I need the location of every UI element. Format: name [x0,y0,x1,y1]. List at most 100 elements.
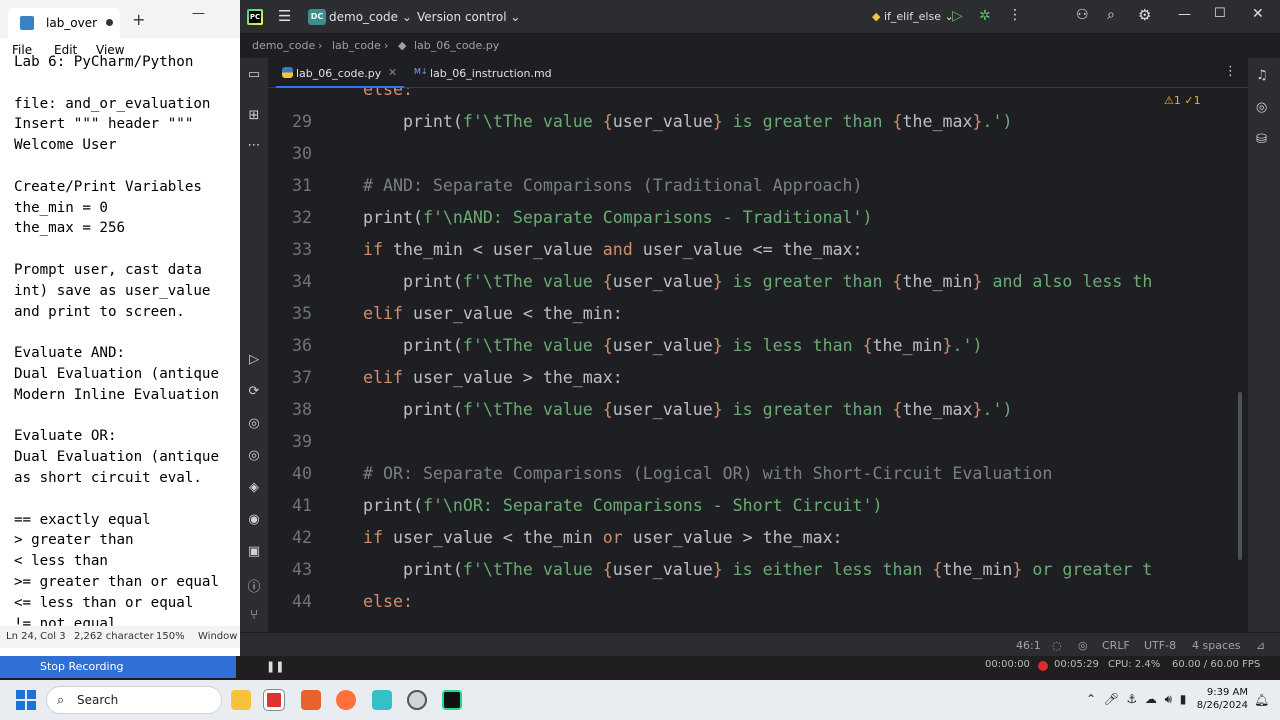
cpu-usage: CPU: 2.4% [1108,659,1161,670]
editor-scrollbar[interactable] [1238,392,1242,560]
run-config-selector[interactable]: ◆ if_elif_else ⌄ [872,10,954,23]
code-token: print( [363,496,423,515]
maximize-icon[interactable]: ☐ [1214,6,1226,21]
copilot-icon[interactable]: ◎ [246,416,262,432]
code-token: .') [982,112,1013,131]
line-number: 39 [292,432,312,451]
obs-icon[interactable] [407,690,427,710]
tab-options-icon[interactable]: ⋮ [1224,64,1237,79]
structure-icon[interactable]: ⊞ [246,108,262,124]
terminal-icon[interactable]: ▣ [246,544,262,560]
notepad-app-icon[interactable] [372,690,392,710]
more-actions-icon[interactable]: ⋮ [1008,7,1022,23]
code-token: { [892,272,903,291]
system-tray[interactable]: ⌃ 🎤︎ ⚓︎ ☁︎ 🔊︎ ▮ [1086,692,1186,707]
services-icon[interactable]: ◉ [246,512,262,528]
ai-assistant-icon[interactable]: ◎ [1256,100,1272,115]
debug-bug-icon[interactable]: ✲ [979,8,991,24]
tab-lab-06-code[interactable]: lab_06_code.py ✕ [276,58,404,88]
code-token: and also less th [982,272,1153,291]
breadcrumb-item[interactable]: demo_code [252,39,315,52]
snipping-tool-icon[interactable] [263,689,285,711]
notepad-line [14,73,240,94]
notepad-line [14,322,240,343]
line-ending[interactable]: CRLF [1102,639,1130,652]
notification-bell-icon[interactable]: 🔔︎ [1254,693,1269,707]
run-icon[interactable]: ▷ [952,8,963,24]
more-tools-icon[interactable]: ⋯ [246,138,262,154]
code-token: f'\tThe value [462,560,603,579]
notepad-line: Welcome User [14,137,117,154]
code-token: user_value [612,336,713,355]
user-icon[interactable]: ⚇ [1076,7,1089,23]
close-icon[interactable]: ✕ [1252,6,1264,22]
search-icon[interactable]: ⌕ [1107,7,1115,23]
line-number: 41 [292,496,312,515]
line-number: 31 [292,176,312,195]
project-selector[interactable]: demo_code ⌄ [329,10,412,24]
run-tool-icon[interactable]: ▷ [246,352,262,368]
code-token: the_min [942,560,1013,579]
pause-icon[interactable]: ❚❚ [266,660,284,673]
breadcrumb-item[interactable]: lab_06_code.py [414,39,499,52]
notepad-line: Create/Print Variables [14,178,202,195]
code-token: is greater than [722,400,893,419]
code-editor[interactable]: else: 29 print(f'\tThe value {user_value}… [268,88,1248,632]
windows-start-icon[interactable] [16,690,36,710]
inspection-widget[interactable]: ⚠1 ✓1 [1164,94,1201,107]
notifications-icon[interactable]: ♫ [1256,68,1272,83]
notepad-line: Dual Evaluation (antique [14,365,219,382]
cursor-position[interactable]: 46:1 [1016,639,1041,652]
pycharm-taskbar-icon[interactable] [442,690,462,710]
app-icon[interactable] [301,690,321,710]
python-console-icon[interactable]: ⟳ [246,384,262,400]
project-folder-icon[interactable]: ▭ [246,67,262,83]
notepad-tab[interactable]: lab_over [8,8,120,38]
notepad-line [14,489,240,510]
code-token: f'\nOR: Separate Comparisons - Short Cir… [422,496,883,515]
lock-icon[interactable]: ⊿ [1256,639,1265,652]
copilot-status-icon[interactable]: ◎ [1078,639,1088,652]
problems-icon[interactable]: ⓘ [246,576,262,595]
notepad-tab-title: lab_over [46,16,98,30]
tab-lab-06-instruction[interactable]: M↓ lab_06_instruction.md [412,58,562,88]
gear-icon[interactable]: ⚙ [1138,6,1151,24]
record-dot-icon [1038,661,1048,671]
minimize-icon[interactable]: — [1178,7,1191,22]
code-token: { [602,560,613,579]
notepad-minimize-icon[interactable]: — [192,6,205,21]
firefox-icon[interactable] [336,690,356,710]
code-token: or greater t [1022,560,1153,579]
close-tab-icon[interactable]: ✕ [388,66,397,79]
version-control-menu[interactable]: Version control ⌄ [417,10,520,24]
vcs-icon[interactable]: ⑂ [246,608,262,624]
indent-setting[interactable]: 4 spaces [1192,639,1241,652]
stop-recording-button[interactable]: Stop Recording [0,656,236,678]
project-badge[interactable]: DC [308,9,326,25]
file-explorer-icon[interactable] [231,690,251,710]
code-token: if [363,528,393,547]
notepad-icon [20,16,34,30]
left-tool-strip: ▭ ⊞ ⋯ ▷ ⟳ ◎ ◎ ◈ ◉ ▣ ⓘ ⑂ [240,58,268,656]
layers-icon[interactable]: ◈ [246,480,262,496]
notepad-line: == exactly equal [14,511,151,528]
unsaved-dot-icon[interactable] [106,19,113,26]
notepad-text-area[interactable]: Lab 6: PyCharm/Python file: and_or_evalua… [14,52,240,634]
breadcrumb-item[interactable]: lab_code [332,39,381,52]
taskbar-search[interactable]: ⌕ Search [46,686,222,714]
code-token: user_value [612,560,713,579]
clock[interactable]: 9:39 AM 8/26/2024 [1192,686,1248,712]
database-icon[interactable]: ⛁ [1256,132,1272,147]
copilot-chat-icon[interactable]: ◎ [246,448,262,464]
code-token: { [602,336,613,355]
code-token: else: [363,88,413,99]
code-token: } [712,112,723,131]
code-token: { [932,560,943,579]
file-encoding[interactable]: UTF-8 [1144,639,1176,652]
project-name: demo_code [329,10,398,24]
code-token: or [602,528,623,547]
main-menu-icon[interactable]: ☰ [278,7,291,25]
new-tab-plus-icon[interactable]: + [132,10,145,29]
code-line: elif user_value < the_min: [363,304,623,323]
notepad-line: < less than [14,553,108,570]
